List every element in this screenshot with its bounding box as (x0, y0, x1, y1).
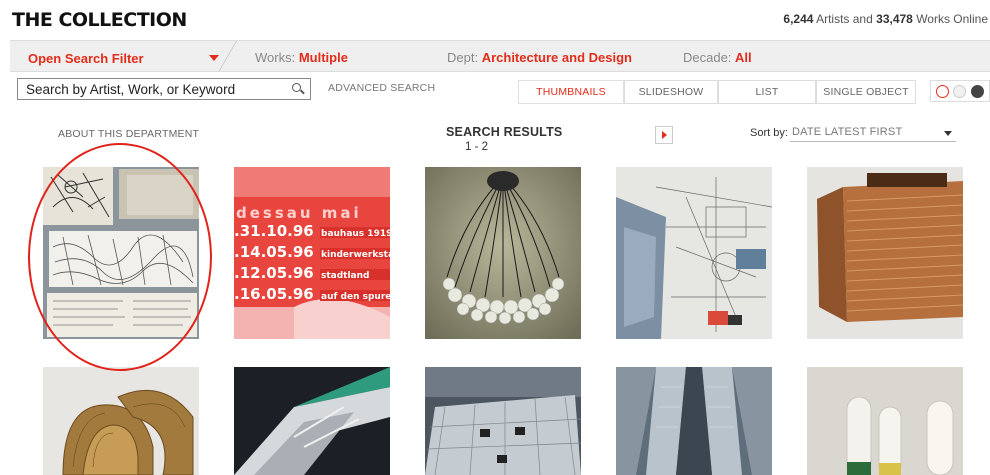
advanced-search-link[interactable]: ADVANCED SEARCH (328, 82, 435, 94)
poster-date-4: .16.05.96 (234, 285, 314, 303)
sort-select[interactable]: DATE LATEST FIRST (790, 124, 956, 142)
collection-logo[interactable]: THE COLLECTION (12, 9, 187, 31)
tab-list[interactable]: LIST (718, 80, 816, 104)
thumbnail-model-render[interactable] (234, 367, 390, 475)
thumbnail-city-grid[interactable] (425, 367, 581, 475)
poster-line-4: auf den spuren (321, 292, 390, 302)
search-box[interactable] (17, 78, 311, 100)
poster-date-2: .14.05.96 (234, 243, 314, 261)
collection-counts: 6,244 Artists and 33,478 Works Online (783, 12, 988, 26)
tab-thumbnails[interactable]: THUMBNAILS (518, 80, 624, 104)
works-filter-label: Works: (255, 50, 296, 65)
open-search-filter-button[interactable]: Open Search Filter (28, 51, 144, 66)
search-input[interactable] (18, 79, 278, 99)
size-large-icon[interactable] (971, 85, 984, 98)
decade-filter-value[interactable]: All (735, 50, 752, 65)
decade-filter-label: Decade: (683, 50, 732, 65)
next-page-button[interactable] (655, 126, 673, 144)
results-bar: ABOUT THIS DEPARTMENT SEARCH RESULTS 1 -… (0, 120, 990, 160)
poster-date-1: .31.10.96 (234, 222, 314, 240)
thumbnail-bulb-chandelier[interactable] (425, 167, 581, 339)
thumbnail-size-selector (930, 80, 990, 102)
filter-divider (218, 41, 237, 71)
thumbnail-cardboard-sculpture[interactable] (43, 367, 199, 475)
search-icon[interactable] (292, 83, 301, 92)
poster-line-3: stadtland (321, 271, 370, 281)
tab-slideshow[interactable]: SLIDESHOW (624, 80, 718, 104)
thumbnail-sketches[interactable] (43, 167, 199, 339)
poster-line-2: kinderwerkstat (321, 250, 390, 260)
size-medium-icon[interactable] (953, 85, 966, 98)
thumbnail-architectural-drawing[interactable] (616, 167, 772, 339)
chevron-down-icon (944, 131, 952, 136)
artists-suffix: Artists and (816, 12, 873, 26)
poster-line-1: bauhaus 1919 – (321, 229, 390, 239)
filter-bar: Open Search Filter Works: Multiple Dept:… (10, 40, 990, 72)
size-small-icon[interactable] (936, 85, 949, 98)
dept-filter-value[interactable]: Architecture and Design (482, 50, 632, 65)
decade-filter[interactable]: Decade: All (683, 50, 752, 65)
chevron-down-icon[interactable] (209, 55, 219, 61)
thumbnail-copper-coil[interactable] (807, 167, 963, 339)
sort-selected-value: DATE LATEST FIRST (792, 126, 903, 138)
about-department-link[interactable]: ABOUT THIS DEPARTMENT (58, 128, 199, 140)
thumbnail-skyscrapers[interactable] (616, 367, 772, 475)
dept-filter-label: Dept: (447, 50, 479, 65)
works-count: 33,478 (876, 12, 913, 26)
works-filter-value[interactable]: Multiple (299, 50, 348, 65)
results-range: 1 - 2 (465, 141, 489, 153)
tab-single-object[interactable]: SINGLE OBJECT (816, 80, 916, 104)
thumbnail-lamps[interactable] (807, 367, 963, 475)
works-suffix: Works Online (916, 12, 988, 26)
search-row: ADVANCED SEARCH THUMBNAILS SLIDESHOW LIS… (10, 76, 990, 106)
works-filter[interactable]: Works: Multiple (255, 50, 348, 65)
sort-label: Sort by: (750, 127, 788, 139)
poster-headline: dessau mai (236, 204, 362, 222)
poster-date-3: .12.05.96 (234, 264, 314, 282)
thumbnail-bauhaus-poster[interactable]: dessau mai .31.10.96 .14.05.96 .12.05.96… (234, 167, 390, 339)
header: THE COLLECTION 6,244 Artists and 33,478 … (0, 0, 990, 36)
artists-count: 6,244 (783, 12, 814, 26)
dept-filter[interactable]: Dept: Architecture and Design (447, 50, 632, 65)
search-results-title: SEARCH RESULTS (446, 125, 563, 139)
